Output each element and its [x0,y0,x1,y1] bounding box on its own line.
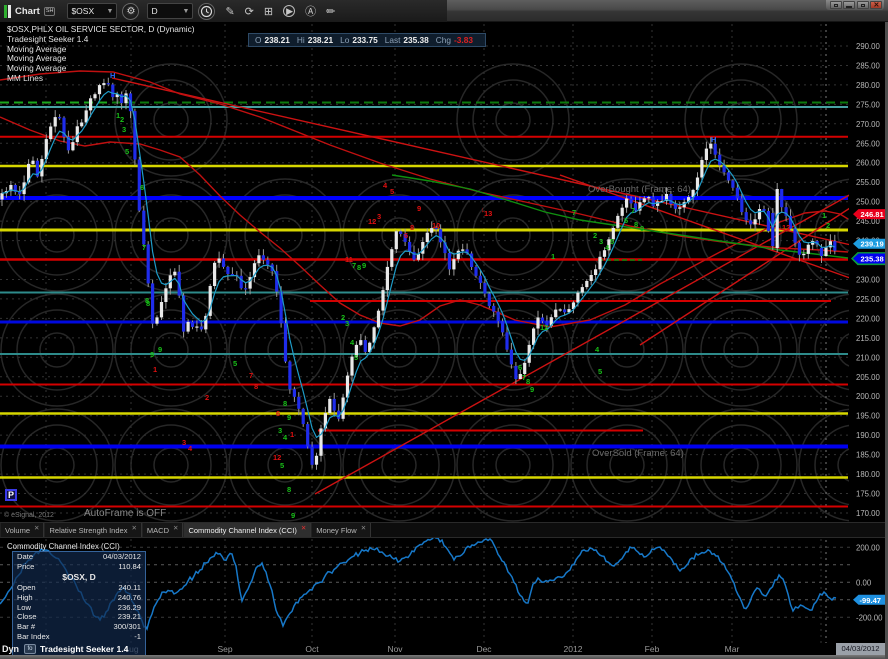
svg-text:H: H [711,135,716,144]
svg-text:7: 7 [572,208,576,217]
svg-text:290.00: 290.00 [856,42,881,51]
svg-text:5: 5 [610,237,614,246]
svg-text:9: 9 [287,413,291,422]
svg-text:250.00: 250.00 [856,198,881,207]
svg-text:-200.00: -200.00 [856,614,883,623]
svg-text:225.00: 225.00 [856,295,881,304]
svg-text:260.00: 260.00 [856,159,881,168]
svg-text:180.00: 180.00 [856,470,881,479]
svg-text:1: 1 [551,252,555,261]
svg-text:9: 9 [640,224,644,233]
svg-text:8: 8 [410,223,414,232]
svg-text:Nov: Nov [387,644,403,654]
svg-text:2: 2 [205,393,209,402]
svg-text:5: 5 [598,367,602,376]
svg-text:7: 7 [249,371,253,380]
svg-text:6: 6 [624,216,628,225]
svg-text:5: 5 [354,353,358,362]
svg-text:4: 4 [283,433,288,442]
svg-text:Sep: Sep [217,644,232,654]
svg-text:8: 8 [254,382,258,391]
svg-text:195.00: 195.00 [856,412,881,421]
svg-text:4: 4 [383,181,388,190]
svg-text:8: 8 [283,399,287,408]
svg-text:Dec: Dec [476,644,492,654]
svg-text:2: 2 [593,231,597,240]
svg-text:10: 10 [432,221,440,230]
svg-text:6: 6 [276,409,280,418]
svg-text:175.00: 175.00 [856,490,881,499]
svg-text:5: 5 [280,461,284,470]
svg-text:246.81: 246.81 [861,210,885,219]
svg-text:8: 8 [287,485,291,494]
svg-text:9: 9 [417,204,421,213]
svg-text:210.00: 210.00 [856,353,881,362]
svg-text:8: 8 [145,296,149,305]
svg-text:13: 13 [484,209,492,218]
svg-text:285.00: 285.00 [856,62,881,71]
svg-text:3: 3 [377,212,381,221]
svg-text:6: 6 [404,231,408,240]
svg-text:1: 1 [290,430,294,439]
svg-text:7: 7 [352,261,356,270]
svg-text:6: 6 [140,183,144,192]
svg-text:3: 3 [182,438,186,447]
svg-text:230.00: 230.00 [856,276,881,285]
svg-text:7: 7 [142,243,146,252]
svg-text:185.00: 185.00 [856,451,881,460]
svg-text:200.00: 200.00 [856,544,881,553]
svg-text:8: 8 [634,220,638,229]
svg-text:3: 3 [599,237,603,246]
svg-text:5: 5 [233,359,237,368]
svg-text:170.00: 170.00 [856,509,881,518]
svg-text:265.00: 265.00 [856,139,881,148]
svg-text:8: 8 [357,263,361,272]
svg-text:239.19: 239.19 [861,240,884,249]
svg-text:270.00: 270.00 [856,120,881,129]
svg-text:2012: 2012 [564,644,583,654]
svg-text:12: 12 [540,323,548,332]
svg-text:255.00: 255.00 [856,178,881,187]
svg-text:↓: ↓ [481,205,485,214]
svg-text:12: 12 [782,223,790,232]
svg-text:12: 12 [368,217,376,226]
svg-text:5: 5 [125,147,129,156]
svg-text:4: 4 [595,345,600,354]
svg-text:9: 9 [362,261,366,270]
svg-text:-99.47: -99.47 [860,596,882,605]
svg-text:9: 9 [158,345,162,354]
svg-text:2: 2 [826,221,830,230]
svg-text:9: 9 [150,350,154,359]
svg-text:2: 2 [120,115,124,124]
svg-text:5: 5 [390,187,394,196]
svg-text:4: 4 [350,338,355,347]
svg-text:215.00: 215.00 [856,334,881,343]
svg-text:3: 3 [345,319,349,328]
svg-text:3: 3 [278,426,282,435]
svg-text:Feb: Feb [645,644,660,654]
svg-text:205.00: 205.00 [856,373,881,382]
svg-text:220.00: 220.00 [856,314,881,323]
svg-text:3: 3 [122,125,126,134]
svg-text:9: 9 [291,511,295,520]
svg-text:200.00: 200.00 [856,392,881,401]
svg-text:7: 7 [631,206,635,215]
svg-text:275.00: 275.00 [856,100,881,109]
svg-text:1: 1 [822,211,826,220]
svg-text:9: 9 [530,385,534,394]
svg-text:Oct: Oct [305,644,319,654]
svg-text:235.38: 235.38 [861,255,884,264]
svg-text:190.00: 190.00 [856,431,881,440]
svg-text:0.00: 0.00 [856,579,872,588]
svg-text:1: 1 [153,365,157,374]
svg-text:6: 6 [518,363,522,372]
svg-text:Mar: Mar [725,644,740,654]
svg-text:280.00: 280.00 [856,81,881,90]
